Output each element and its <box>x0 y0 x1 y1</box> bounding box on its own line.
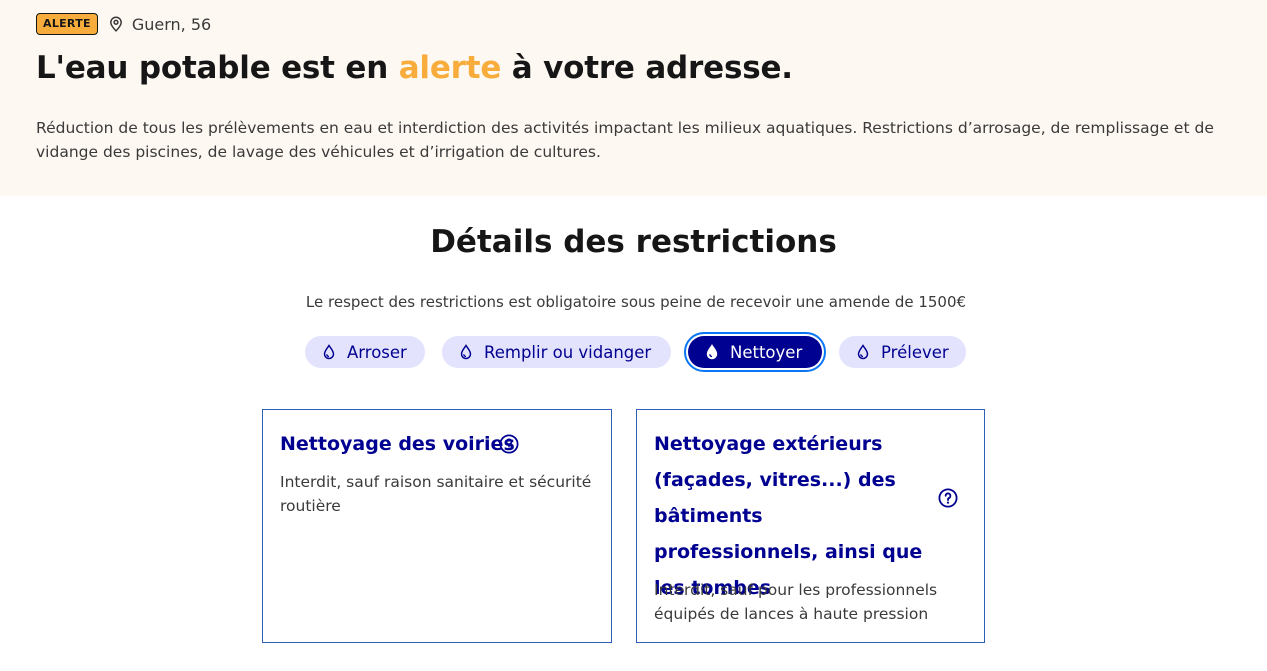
water-drop-icon <box>856 344 870 360</box>
tab-label: Nettoyer <box>730 342 803 362</box>
alert-title-end: à votre adresse. <box>501 50 793 86</box>
help-icon[interactable] <box>499 434 519 454</box>
restrictions-title: Détails des restrictions <box>430 224 837 260</box>
water-drop-icon <box>705 344 719 360</box>
restrictions-subtitle: Le respect des restrictions est obligato… <box>305 293 967 311</box>
tab-prelever[interactable]: Prélever <box>839 336 966 368</box>
restriction-card: Nettoyage extérieurs (façades, vitres...… <box>636 409 985 643</box>
alert-level-highlight: alerte <box>398 50 502 86</box>
tab-label: Remplir ou vidanger <box>484 342 652 362</box>
restriction-card: Nettoyage des voiries Interdit, sauf rai… <box>262 409 612 643</box>
alert-description: Réduction de tous les prélèvements en ea… <box>36 119 1214 161</box>
tab-nettoyer[interactable]: Nettoyer <box>684 332 826 372</box>
alert-title: L'eau potable est en alerte à votre adre… <box>36 50 793 86</box>
alert-badge: ALERTE <box>36 13 98 35</box>
tab-arroser[interactable]: Arroser <box>305 336 425 368</box>
card-description: Interdit, sauf raison sanitaire et sécur… <box>280 473 592 515</box>
tab-label: Prélever <box>881 342 949 362</box>
location-pin-icon <box>108 16 124 32</box>
alert-title-start: L'eau potable est en <box>36 50 399 86</box>
alert-header: ALERTE Guern, 56 <box>36 12 211 36</box>
tab-remplir-ou-vidanger[interactable]: Remplir ou vidanger <box>442 336 671 368</box>
help-icon[interactable] <box>938 488 958 508</box>
water-drop-icon <box>322 344 336 360</box>
water-drop-icon <box>459 344 473 360</box>
card-description: Interdit, sauf pour les professionnels é… <box>654 581 938 623</box>
card-title: Nettoyage des voiries <box>280 433 515 455</box>
alert-hero: ALERTE Guern, 56 L'eau potable est en al… <box>0 0 1267 196</box>
tab-label: Arroser <box>347 342 407 362</box>
location-label: Guern, 56 <box>131 14 212 34</box>
restriction-tabs: Arroser Remplir ou vidanger Nettoyer Pré… <box>0 332 1267 372</box>
